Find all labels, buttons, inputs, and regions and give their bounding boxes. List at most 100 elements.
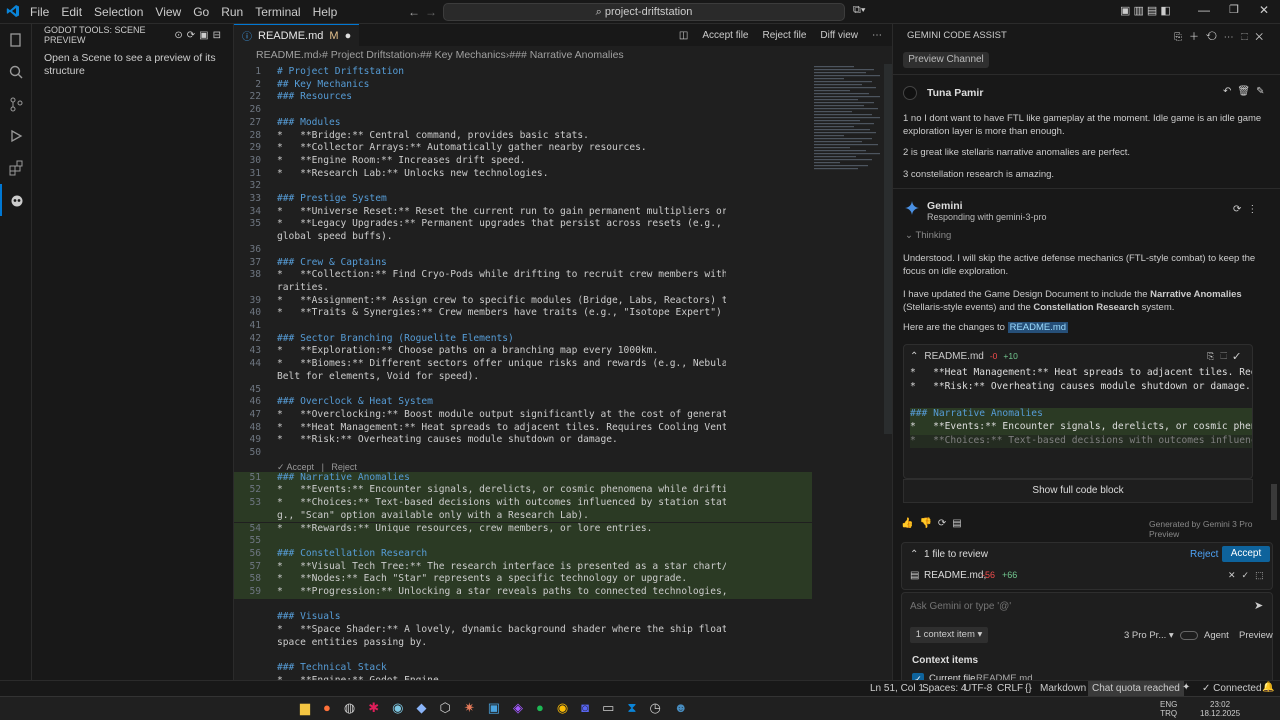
menu-edit[interactable]: Edit — [55, 5, 88, 19]
more-icon[interactable]: ⋯ — [872, 30, 882, 41]
menu-selection[interactable]: Selection — [88, 5, 149, 19]
code-line[interactable]: 58 * **Nodes:** Each "Star" represents a … — [234, 573, 812, 586]
code-view[interactable]: 1 # Project Driftstation 2 ## Key Mechanics… — [234, 64, 892, 680]
accept-file-button[interactable]: Accept file — [702, 30, 748, 41]
command-center[interactable]: ⌕ project-driftstation — [443, 3, 845, 21]
inline-accept-button[interactable]: Accept — [287, 462, 315, 472]
code-line[interactable]: 22 ### Resources — [234, 91, 812, 104]
send-icon[interactable]: ➤ — [1254, 599, 1263, 612]
source-control-icon[interactable] — [0, 88, 32, 120]
thinking-toggle[interactable]: ⌄ Thinking — [905, 230, 951, 241]
code-actions-icon[interactable]: ⎘⬚✓ — [1207, 351, 1252, 362]
file-explorer-icon[interactable]: ▆ — [300, 700, 310, 716]
godot-app-icon[interactable]: ☻ — [674, 700, 688, 716]
code-line[interactable]: 32 — [234, 180, 812, 193]
code-line[interactable]: 39 * **Assignment:** Assign crew to speci… — [234, 295, 812, 308]
code-line[interactable]: 26 — [234, 104, 812, 117]
minimap[interactable] — [810, 64, 884, 174]
breadcrumb-file[interactable]: README.md — [256, 49, 318, 61]
breadcrumb-h1[interactable]: # Project Driftstation — [322, 49, 417, 61]
chat-input[interactable] — [910, 598, 1230, 614]
layout-icons[interactable]: ▣ ▥ ▤ ◧ — [1120, 4, 1171, 17]
code-line[interactable]: 54 * **Rewards:** Unique resources, crew … — [234, 522, 812, 536]
model-select[interactable]: 3 Pro Pr... ▾ — [1124, 630, 1174, 641]
status-spaces[interactable]: Spaces: 4 — [922, 683, 966, 694]
preview-channel-button[interactable]: Preview Channel — [903, 52, 989, 68]
steam-icon[interactable]: ◆ — [416, 700, 426, 716]
inline-reject-button[interactable]: Reject — [331, 462, 357, 472]
breadcrumb-h2[interactable]: ## Key Mechanics — [420, 49, 506, 61]
clock-app-icon[interactable]: ◷ — [650, 700, 661, 716]
code-line[interactable]: 59 * **Progression:** Unlocking a star re… — [234, 586, 812, 599]
review-file-actions-icon[interactable]: ✕✓⬚ — [1228, 570, 1270, 581]
app-icon[interactable]: ◉ — [392, 700, 403, 716]
copilot-icon[interactable]: ⧉▾ — [853, 4, 865, 17]
code-line[interactable]: g., "Scan" option available only with a … — [234, 509, 812, 523]
code-line[interactable] — [234, 650, 812, 663]
code-line[interactable]: space entities passing by. — [234, 637, 812, 650]
feedback-icons[interactable]: 👍👎⟳▤ — [901, 518, 968, 529]
status-language[interactable]: Markdown — [1040, 683, 1086, 694]
code-line[interactable]: 53 * **Choices:** Text-based decisions wi… — [234, 497, 812, 510]
restore-icon[interactable]: ❐ — [1229, 3, 1239, 16]
status-eol[interactable]: CRLF — [997, 683, 1023, 694]
godot-icon[interactable] — [0, 184, 32, 216]
code-line[interactable]: 31 * **Research Lab:** Unlocks new techno… — [234, 168, 812, 181]
code-line[interactable]: 57 * **Visual Tech Tree:** The research i… — [234, 560, 812, 574]
code-line[interactable]: ### Technical Stack — [234, 662, 812, 675]
code-line[interactable]: 52 * **Events:** Encounter signals, derel… — [234, 484, 812, 498]
menu-help[interactable]: Help — [307, 5, 344, 19]
code-line[interactable]: 27 ### Modules — [234, 117, 812, 130]
code-line[interactable]: ### Visuals — [234, 611, 812, 624]
split-icon[interactable]: ◫ — [679, 30, 688, 41]
code-line[interactable]: 28 * **Bridge:** Central command, provide… — [234, 130, 812, 143]
code-line[interactable]: 42 ### Sector Branching (Roguelite Elemen… — [234, 333, 812, 346]
code-line[interactable]: rarities. — [234, 282, 812, 295]
code-line[interactable]: 51 ### Narrative Anomalies — [234, 471, 812, 485]
minimize-icon[interactable]: — — [1198, 3, 1210, 17]
chrome-icon[interactable]: ◉ — [557, 700, 568, 716]
code-line[interactable]: 37 ### Crew & Captains — [234, 257, 812, 270]
tab-readme[interactable]: ⓘ README.md M ● — [234, 24, 360, 46]
forward-arrow-icon[interactable]: → — [425, 5, 437, 19]
dirty-dot-icon[interactable]: ● — [345, 30, 352, 42]
readme-link[interactable]: README.md — [1007, 322, 1069, 333]
code-line[interactable]: 34 * **Universe Reset:** Reset the curren… — [234, 206, 812, 219]
accept-button[interactable]: Accept — [1222, 546, 1270, 562]
chevron-icon[interactable]: ⌃ — [910, 351, 918, 362]
reject-button[interactable]: Reject — [1190, 549, 1218, 560]
code-line[interactable]: Belt for elements, Void for speed). — [234, 371, 812, 384]
status-quota[interactable]: Chat quota reached — [1088, 681, 1184, 696]
code-line[interactable]: 29 * **Collector Arrays:** Automatically … — [234, 142, 812, 155]
figma-icon[interactable]: ◈ — [513, 700, 523, 716]
search-icon[interactable] — [0, 56, 32, 88]
user-actions-icon[interactable]: ↶🗑✎ — [1223, 86, 1270, 97]
code-line[interactable]: 55 — [234, 535, 812, 548]
diff-view-button[interactable]: Diff view — [820, 30, 858, 41]
show-full-code-button[interactable]: Show full code block — [903, 479, 1253, 503]
code-line[interactable]: * **Space Shader:** A lovely, dynamic ba… — [234, 624, 812, 637]
code-line[interactable]: 47 * **Overclocking:** Boost module outpu… — [234, 409, 812, 422]
breadcrumb-h3[interactable]: ### Narrative Anomalies — [509, 49, 623, 61]
code-line[interactable]: 40 * **Traits & Synergies:** Crew members… — [234, 307, 812, 320]
sidebar-actions-icon[interactable]: ⊙⟳▣⊟ — [174, 30, 233, 41]
firefox-icon[interactable]: ● — [323, 700, 331, 716]
code-line[interactable]: 1 # Project Driftstation — [234, 66, 812, 79]
review-file[interactable]: README.md, — [924, 570, 986, 581]
terminal-icon[interactable]: ▭ — [602, 700, 614, 716]
scrollbar[interactable] — [884, 64, 892, 434]
input-language[interactable]: ENG TRQ — [1160, 700, 1177, 718]
extensions-icon[interactable] — [0, 152, 32, 184]
code-line[interactable]: 44 * **Biomes:** Different sectors offer … — [234, 358, 812, 371]
status-connected[interactable]: ✓ Connected — [1202, 683, 1262, 694]
github-icon[interactable]: ◍ — [344, 700, 355, 716]
code-line[interactable]: 45 — [234, 384, 812, 397]
code-line[interactable]: 30 * **Engine Room:** Increases drift spe… — [234, 155, 812, 168]
code-line[interactable]: 56 ### Constellation Research — [234, 547, 812, 561]
code-line[interactable]: 49 * **Risk:** Overheating causes module … — [234, 434, 812, 447]
ai-app-icon[interactable]: ✷ — [464, 700, 475, 716]
code-line[interactable]: 35 * **Legacy Upgrades:** Permanent upgra… — [234, 218, 812, 231]
menu-run[interactable]: Run — [215, 5, 249, 19]
clock[interactable]: 23:02 18.12.2025 — [1200, 700, 1240, 718]
vscode-icon[interactable]: ⧗ — [627, 700, 636, 716]
